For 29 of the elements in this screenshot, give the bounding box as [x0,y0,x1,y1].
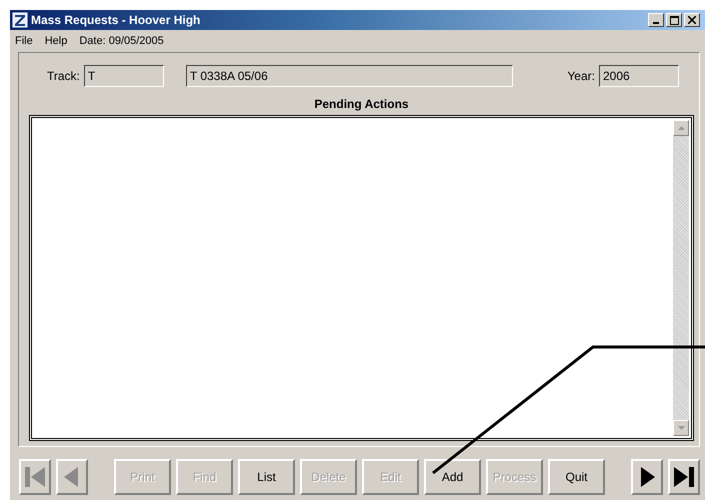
next-record-button[interactable] [631,459,663,495]
section-title: Pending Actions [313,97,410,111]
year-field[interactable]: 2006 [599,65,679,87]
scroll-down-button[interactable] [673,420,689,436]
window-title: Mass Requests - Hoover High [31,13,202,27]
year-label: Year: [567,69,595,83]
scroll-up-button[interactable] [673,120,689,136]
up-arrow-icon [678,126,684,130]
pending-actions-list[interactable] [29,115,694,441]
skip-to-end-icon [672,464,696,490]
close-button[interactable] [684,13,700,27]
date-label: Date: 09/05/2005 [79,35,164,47]
maximize-icon [670,16,678,24]
scrollbar[interactable] [673,120,689,436]
track-label: Track: [47,69,80,83]
skip-to-start-icon [23,464,47,490]
last-record-button[interactable] [668,459,700,495]
description-field[interactable]: T 0338A 05/06 [186,65,514,87]
action-button[interactable]: Quit [548,459,605,495]
maximize-button[interactable] [666,13,682,27]
action-button[interactable]: Add [424,459,481,495]
minimize-button[interactable] [648,13,664,27]
down-arrow-icon [678,426,684,430]
action-button[interactable]: List [238,459,295,495]
menu-item[interactable]: Help [44,35,68,47]
app-logo-icon [12,12,28,28]
close-icon [688,16,696,24]
menu-item[interactable]: File [15,35,33,47]
track-field[interactable]: T [84,65,164,87]
